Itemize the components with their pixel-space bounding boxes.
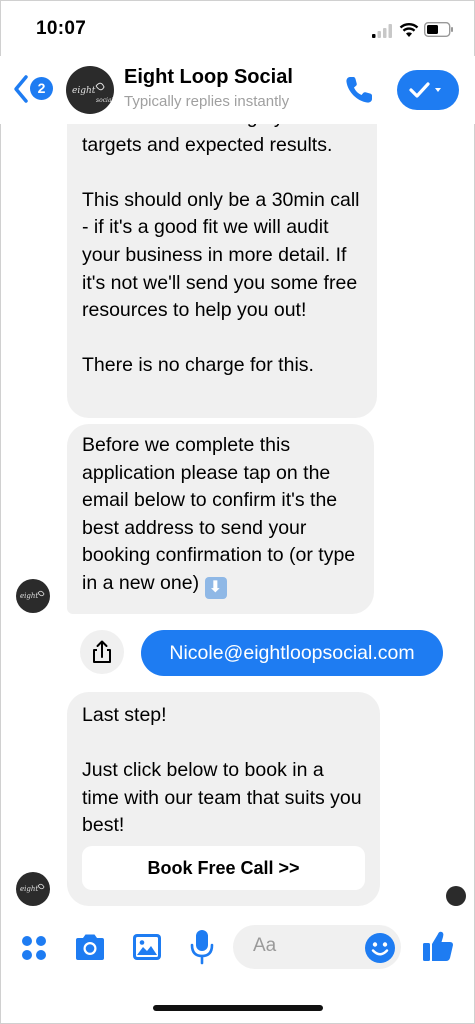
dropdown-caret-icon [435, 88, 441, 92]
unread-count-badge[interactable]: 2 [30, 77, 53, 100]
share-button[interactable] [80, 630, 124, 674]
thumbs-up-icon[interactable] [420, 928, 456, 964]
status-bar: 10:07 [0, 0, 475, 56]
home-indicator [153, 1005, 323, 1011]
logo-mark-icon: eight social [66, 66, 114, 114]
message-text: Last step! Just click below to book in a… [82, 704, 362, 837]
wifi-icon [399, 23, 419, 37]
contact-status: Typically replies instantly [124, 93, 290, 110]
done-menu-button[interactable] [397, 70, 459, 110]
email-quick-reply[interactable]: Nicole@eightloopsocial.com [141, 630, 443, 676]
svg-text:eight: eight [20, 592, 38, 600]
emoji-icon[interactable] [364, 932, 396, 964]
sender-avatar[interactable]: eight [16, 872, 50, 906]
logo-mark-icon: eight [20, 590, 45, 600]
message-input-placeholder: Aa [253, 935, 277, 956]
microphone-icon[interactable] [188, 928, 216, 966]
contact-name[interactable]: Eight Loop Social [124, 66, 293, 89]
sender-avatar[interactable]: eight [16, 579, 50, 613]
status-time: 10:07 [36, 18, 87, 39]
contact-avatar[interactable]: eight social [66, 66, 114, 114]
signal-icon [372, 24, 392, 38]
logo-mark-icon: eight [20, 883, 45, 893]
book-free-call-button[interactable]: Book Free Call >> [82, 846, 365, 890]
svg-text:eight: eight [20, 885, 38, 893]
chat-header: 2 eight social Eight Loop Social Typical… [0, 56, 475, 124]
svg-text:social: social [96, 97, 114, 104]
apps-icon[interactable] [20, 934, 48, 962]
incoming-message-bubble: time in to talk through your targets and… [67, 100, 377, 418]
back-chevron-icon[interactable] [12, 74, 30, 104]
message-text: Before we complete this application plea… [82, 434, 356, 594]
phone-call-icon[interactable] [343, 74, 375, 106]
battery-icon [424, 22, 453, 37]
seen-receipt-avatar [446, 886, 466, 906]
photo-icon[interactable] [131, 932, 163, 962]
incoming-message-bubble: Before we complete this application plea… [67, 424, 374, 614]
message-text: targets and expected results. This shoul… [82, 133, 360, 377]
share-icon [93, 640, 111, 663]
checkmark-icon [409, 82, 441, 98]
camera-icon[interactable] [73, 932, 107, 962]
svg-text:eight: eight [72, 86, 96, 96]
down-arrow-emoji-icon: ⬇ [204, 576, 227, 599]
